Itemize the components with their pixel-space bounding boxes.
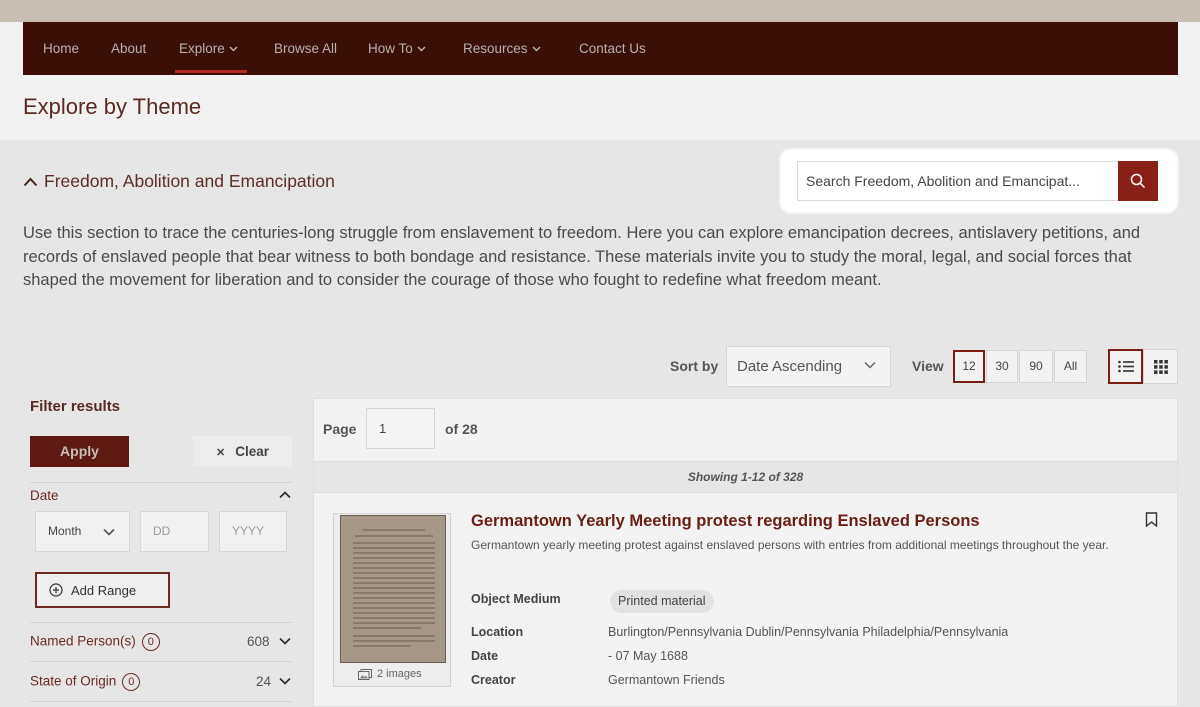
location-label: Location xyxy=(471,625,524,639)
theme-title: Freedom, Abolition and Emancipation xyxy=(44,171,335,191)
month-select[interactable]: Month xyxy=(35,511,130,552)
document-image xyxy=(340,515,446,663)
clear-label: Clear xyxy=(235,444,269,459)
view-option-30[interactable]: 30 xyxy=(986,350,1018,383)
medium-chip[interactable]: Printed material xyxy=(610,590,714,613)
chevron-down-icon xyxy=(532,46,541,52)
year-field[interactable]: YYYY xyxy=(219,511,287,552)
view-option-12[interactable]: 12 xyxy=(953,350,985,383)
facet-label: State of Origin xyxy=(30,673,117,689)
nav-item-label: About xyxy=(111,41,147,56)
apply-button[interactable]: Apply xyxy=(30,436,129,467)
nav-item-explore[interactable]: Explore xyxy=(179,22,238,75)
facet-count: 608 xyxy=(247,634,270,649)
view-option-all[interactable]: All xyxy=(1054,350,1087,383)
chevron-down-icon xyxy=(229,46,238,52)
theme-toggle[interactable]: Freedom, Abolition and Emancipation xyxy=(23,171,335,192)
close-icon: ✕ xyxy=(216,447,226,459)
clear-button[interactable]: ✕ Clear xyxy=(193,436,292,467)
nav-item-label: How To xyxy=(368,41,413,56)
facet-badge: 0 xyxy=(141,633,160,651)
nav-item-browse-all[interactable]: Browse All xyxy=(274,22,337,75)
facet-state-of-origin[interactable]: State of Origin 0 xyxy=(30,673,141,691)
add-range-label: Add Range xyxy=(71,582,137,598)
location-value: Burlington/Pennsylvania Dublin/Pennsylva… xyxy=(608,625,1009,639)
facet-named-persons[interactable]: Named Person(s) 0 xyxy=(30,633,160,651)
nav-item-label: Resources xyxy=(463,41,528,56)
divider xyxy=(30,622,292,623)
search-button[interactable] xyxy=(1118,161,1158,201)
document-scan xyxy=(341,516,445,662)
search-icon xyxy=(1130,173,1146,189)
chevron-down-icon[interactable] xyxy=(279,677,291,685)
creator-value: Germantown Friends xyxy=(608,673,725,687)
date-label: Date xyxy=(471,649,499,663)
sort-label: Sort by xyxy=(670,358,719,374)
top-band xyxy=(0,0,1200,22)
chevron-up-icon xyxy=(23,177,38,186)
nav-item-about[interactable]: About xyxy=(111,22,146,75)
chevron-down-icon xyxy=(417,46,426,52)
medium-label: Object Medium xyxy=(471,592,561,606)
view-label: View xyxy=(912,358,944,374)
result-description: Germantown yearly meeting protest agains… xyxy=(471,538,1109,552)
list-icon xyxy=(1117,360,1134,373)
grid-icon xyxy=(1153,359,1168,374)
list-view-button[interactable] xyxy=(1108,349,1143,384)
page-number-input[interactable]: 1 xyxy=(366,408,435,449)
result-title-link[interactable]: Germantown Yearly Meeting protest regard… xyxy=(471,512,980,531)
sort-value: Date Ascending xyxy=(737,358,843,375)
grid-view-button[interactable] xyxy=(1143,349,1178,384)
nav-item-label: Explore xyxy=(179,41,225,56)
image-count-label: 2 images xyxy=(377,668,422,680)
chevron-up-icon[interactable] xyxy=(279,491,291,499)
sort-select[interactable]: Date Ascending xyxy=(726,346,891,387)
nav-item-how-to[interactable]: How To xyxy=(368,22,426,75)
view-option-90[interactable]: 90 xyxy=(1019,350,1053,383)
nav-item-label: Home xyxy=(43,41,80,56)
add-range-button[interactable]: Add Range xyxy=(35,572,170,608)
facet-label: Named Person(s) xyxy=(30,633,136,649)
date-facet-label: Date xyxy=(30,488,59,503)
facet-count: 24 xyxy=(256,674,272,689)
nav-item-label: Contact Us xyxy=(579,41,646,56)
chevron-down-icon xyxy=(103,528,115,536)
search-input[interactable] xyxy=(797,161,1119,201)
nav-item-home[interactable]: Home xyxy=(43,22,79,75)
image-count: 2 images xyxy=(358,668,422,680)
plus-circle-icon xyxy=(49,583,63,597)
nav-item-resources[interactable]: Resources xyxy=(463,22,541,75)
page-label: Page xyxy=(323,421,357,437)
main-navigation: Home About Explore Browse All How To Res… xyxy=(23,22,1178,75)
divider xyxy=(30,701,292,702)
month-value: Month xyxy=(48,524,82,538)
page-total: of 28 xyxy=(445,421,478,437)
facet-badge: 0 xyxy=(122,673,141,691)
theme-description: Use this section to trace the centuries-… xyxy=(23,224,1141,289)
chevron-down-icon[interactable] xyxy=(279,637,291,645)
filter-title: Filter results xyxy=(30,398,121,415)
nav-active-indicator xyxy=(175,70,247,73)
day-field[interactable]: DD xyxy=(140,511,209,552)
divider xyxy=(30,482,292,483)
images-icon xyxy=(358,668,372,680)
results-count: Showing 1-12 of 328 xyxy=(314,461,1177,493)
date-value: - 07 May 1688 xyxy=(608,649,688,663)
nav-item-contact-us[interactable]: Contact Us xyxy=(579,22,646,75)
search-box xyxy=(781,150,1177,212)
chevron-down-icon xyxy=(864,361,876,369)
bookmark-icon[interactable] xyxy=(1145,512,1158,527)
creator-label: Creator xyxy=(471,673,516,687)
divider xyxy=(30,661,292,662)
page-title: Explore by Theme xyxy=(23,94,202,119)
nav-item-label: Browse All xyxy=(274,41,338,56)
